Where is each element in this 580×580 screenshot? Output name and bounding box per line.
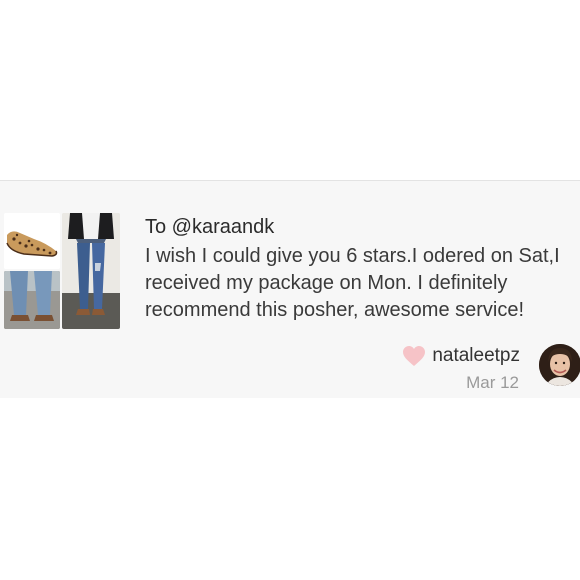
jeans-legs-thumbnail[interactable] <box>4 271 60 329</box>
author-row: nataleetpz <box>402 344 520 368</box>
author-username[interactable]: nataleetpz <box>432 344 520 368</box>
page: To @karaandk I wish I could give you 6 s… <box>0 0 580 580</box>
love-note-card: To @karaandk I wish I could give you 6 s… <box>0 180 580 398</box>
heart-icon <box>402 345 426 367</box>
leopard-flat-thumbnail[interactable] <box>4 213 60 269</box>
comment-content: To @karaandk I wish I could give you 6 s… <box>145 214 565 324</box>
avatar[interactable] <box>539 344 580 386</box>
comment-date: Mar 12 <box>466 373 519 392</box>
author-block: nataleetpz Mar 12 <box>402 344 520 394</box>
jeans-outfit-thumbnail[interactable] <box>62 213 120 329</box>
comment-message: I wish I could give you 6 stars.I odered… <box>145 245 560 321</box>
listing-thumbnails[interactable] <box>4 213 120 329</box>
recipient-label[interactable]: To @karaandk <box>145 214 565 240</box>
